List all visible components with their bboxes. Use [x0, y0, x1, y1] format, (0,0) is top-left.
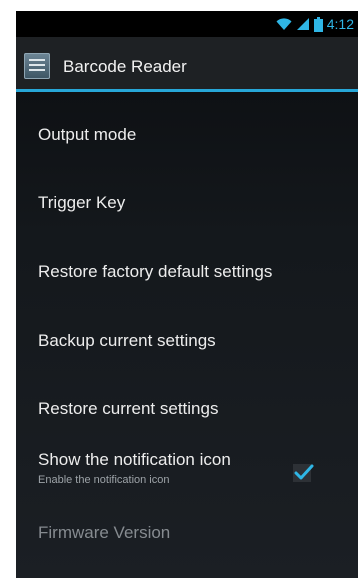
- notification-checkbox[interactable]: [292, 461, 314, 483]
- battery-icon: [313, 16, 323, 32]
- setting-output-mode[interactable]: Output mode: [16, 92, 358, 158]
- setting-title: Show the notification icon: [38, 450, 231, 469]
- setting-title: Restore factory default settings: [38, 262, 273, 281]
- setting-restore-current[interactable]: Restore current settings: [16, 356, 358, 422]
- status-time: 4:12: [326, 16, 354, 32]
- setting-title: Firmware Version: [38, 523, 171, 542]
- wifi-icon: [276, 18, 292, 30]
- barcode-app-icon[interactable]: [24, 53, 50, 79]
- setting-title: Output mode: [38, 125, 137, 144]
- setting-title: Restore current settings: [38, 399, 219, 418]
- status-icons: 4:12: [276, 15, 354, 33]
- setting-restore-factory-defaults[interactable]: Restore factory default settings: [16, 224, 358, 290]
- setting-trigger-key[interactable]: Trigger Key: [16, 158, 358, 224]
- setting-backup-current[interactable]: Backup current settings: [16, 290, 358, 356]
- setting-title: Backup current settings: [38, 331, 216, 350]
- setting-firmware-version: Firmware Version: [16, 515, 358, 578]
- status-bar: 4:12: [16, 11, 358, 37]
- app-title: Barcode Reader: [63, 57, 187, 76]
- phone-screen: 4:12 Barcode Reader Output mode Trigger …: [16, 11, 358, 578]
- signal-icon: [296, 18, 309, 30]
- setting-show-notification-icon[interactable]: Show the notification icon Enable the no…: [16, 449, 358, 515]
- setting-summary: Enable the notification icon: [38, 474, 170, 486]
- setting-title: Trigger Key: [38, 193, 126, 212]
